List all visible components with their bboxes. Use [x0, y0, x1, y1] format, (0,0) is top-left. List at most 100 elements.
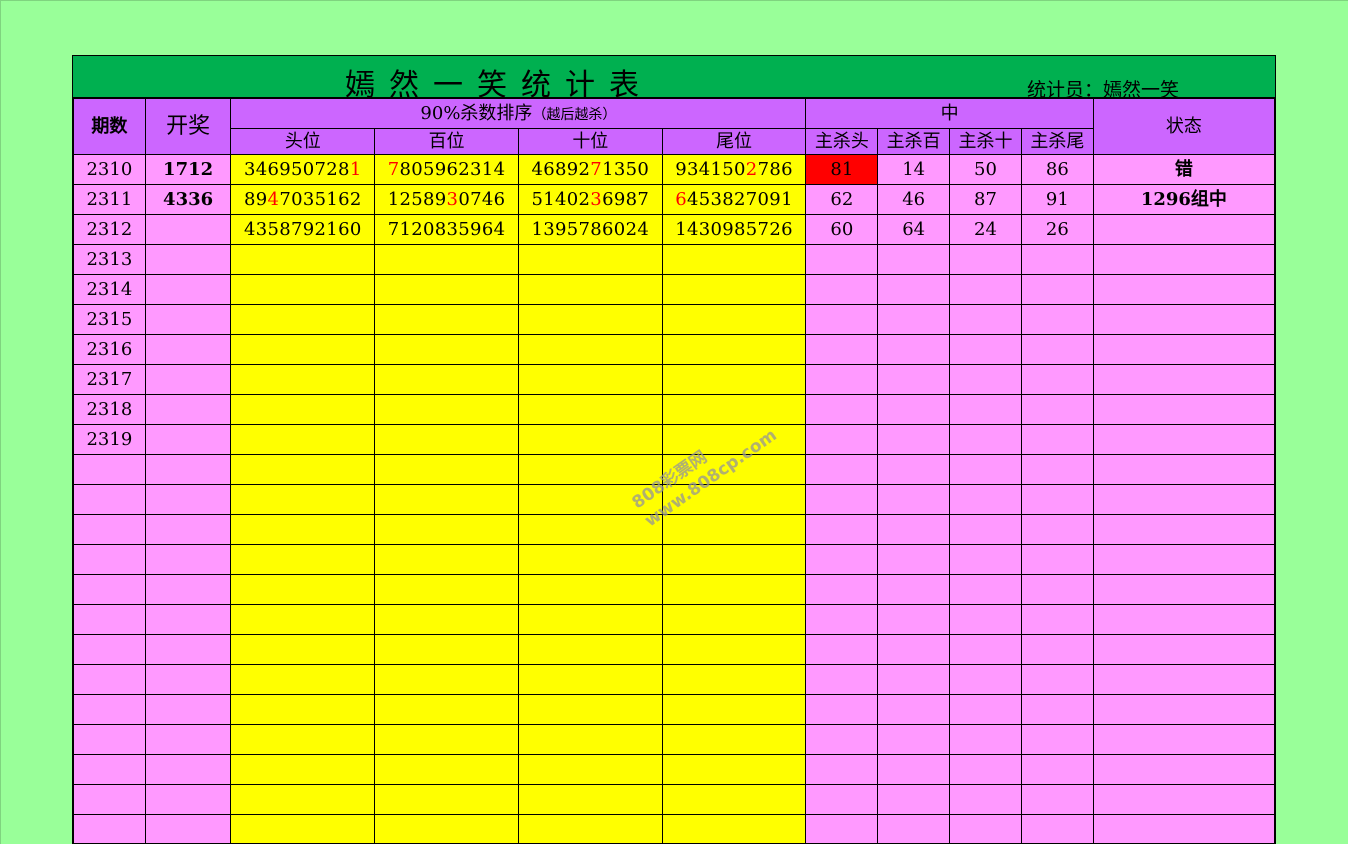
kill-sequence-cell: [661, 274, 807, 305]
main-kill-cell: [1020, 394, 1094, 425]
table-row: [73, 544, 1275, 575]
main-kill-cell: [949, 544, 1022, 575]
status-cell: [1092, 454, 1275, 485]
main-kill-cell: [1020, 664, 1094, 695]
main-kill-cell: [805, 244, 879, 275]
status-cell: [1092, 484, 1275, 515]
main-kill-cell: [877, 394, 951, 425]
kill-sequence-cell: [374, 394, 519, 425]
issue-cell: 2319: [73, 424, 146, 455]
kill-sequence-cell: [374, 694, 519, 725]
sequence-digits: 6987: [602, 188, 650, 210]
draw-result-cell: [144, 514, 232, 545]
kill-sequence-cell: [374, 304, 519, 335]
main-kill-cell: [1020, 604, 1094, 635]
kill-sequence-cell: 6453827091: [661, 184, 807, 215]
issue-cell: [73, 724, 146, 755]
main-kill-cell: 86: [1020, 154, 1094, 185]
issue-cell: 2310: [73, 154, 146, 185]
main-kill-cell: [949, 784, 1022, 815]
kill-sequence-cell: [374, 334, 519, 365]
kill-sequence-cell: [517, 574, 663, 605]
main-kill-cell: 14: [877, 154, 951, 185]
kill-sequence-cell: [230, 394, 376, 425]
main-kill-cell: [1020, 274, 1094, 305]
issue-cell: 2311: [73, 184, 146, 215]
kill-sequence-cell: [517, 784, 663, 815]
table-row: 2311 4336 8947035162 1258930746 5140236987 64…: [73, 184, 1275, 215]
draw-result-cell: [144, 484, 232, 515]
kill-sort-note: （越后越杀）: [532, 106, 617, 123]
kill-sequence-cell: [661, 514, 807, 545]
main-kill-cell: [1020, 784, 1094, 815]
sequence-digits: 12589: [387, 188, 447, 210]
kill-sort-label: 90%杀数排序: [420, 102, 533, 124]
sequence-hit-digit: 3: [446, 188, 459, 210]
kill-sequence-cell: [661, 544, 807, 575]
table-row: [73, 454, 1275, 485]
window-edge-top: [0, 0, 1348, 1]
main-kill-cell: [805, 454, 879, 485]
sequence-digits: 453827091: [687, 188, 793, 210]
kill-sequence-cell: [230, 724, 376, 755]
kill-sequence-cell: [517, 304, 663, 335]
kill-sequence-cell: [517, 724, 663, 755]
table-row: 2319: [73, 424, 1275, 455]
status-cell: [1092, 574, 1275, 605]
issue-cell: [73, 604, 146, 635]
sequence-digits: 346950728: [244, 158, 350, 180]
draw-result-cell: [144, 214, 232, 245]
kill-sequence-cell: [517, 544, 663, 575]
kill-sequence-cell: [230, 274, 376, 305]
kill-sequence-cell: [230, 664, 376, 695]
main-kill-cell: 50: [949, 154, 1022, 185]
col-header-hit: 中: [805, 98, 1094, 129]
main-kill-cell: [805, 424, 879, 455]
main-kill-cell: [1020, 574, 1094, 605]
kill-sequence-cell: [374, 364, 519, 395]
issue-cell: [73, 514, 146, 545]
table-row: 2310 1712 3469507281 7805962314 4689271350 93…: [73, 154, 1275, 185]
main-kill-cell: [805, 544, 879, 575]
kill-sequence-cell: 1395786024: [517, 214, 663, 245]
main-kill-cell: [877, 664, 951, 695]
kill-sequence-cell: [374, 574, 519, 605]
window-edge-left: [0, 0, 1, 844]
table-row: [73, 754, 1275, 785]
issue-cell: [73, 754, 146, 785]
kill-sequence-cell: [661, 604, 807, 635]
col-header-draw: 开奖: [144, 98, 232, 155]
issue-cell: 2314: [73, 274, 146, 305]
main-kill-cell: [805, 724, 879, 755]
kill-sequence-cell: [661, 244, 807, 275]
kill-sequence-cell: [374, 634, 519, 665]
kill-sequence-cell: [661, 484, 807, 515]
kill-sequence-cell: [374, 784, 519, 815]
main-kill-cell: [949, 424, 1022, 455]
table-row: 2318: [73, 394, 1275, 425]
main-kill-cell: [949, 604, 1022, 635]
kill-sequence-cell: 1430985726: [661, 214, 807, 245]
sequence-hit-digit: 6: [675, 188, 688, 210]
main-kill-cell: [877, 484, 951, 515]
main-kill-cell: [949, 484, 1022, 515]
main-kill-cell: [805, 484, 879, 515]
kill-sequence-cell: [374, 724, 519, 755]
draw-result-cell: [144, 304, 232, 335]
status-cell: 1296组中: [1092, 184, 1275, 215]
status-cell: [1092, 544, 1275, 575]
kill-sequence-cell: [517, 244, 663, 275]
status-cell: [1092, 214, 1275, 245]
main-kill-cell: [877, 604, 951, 635]
issue-cell: [73, 484, 146, 515]
main-kill-cell: [949, 724, 1022, 755]
main-kill-cell: [877, 454, 951, 485]
sequence-digits: 51402: [531, 188, 591, 210]
status-cell: [1092, 694, 1275, 725]
kill-sequence-cell: [374, 754, 519, 785]
main-kill-cell: [949, 334, 1022, 365]
sequence-hit-digit: 4: [267, 188, 280, 210]
main-kill-cell: [877, 244, 951, 275]
draw-result-cell: [144, 634, 232, 665]
main-kill-cell: [1020, 724, 1094, 755]
